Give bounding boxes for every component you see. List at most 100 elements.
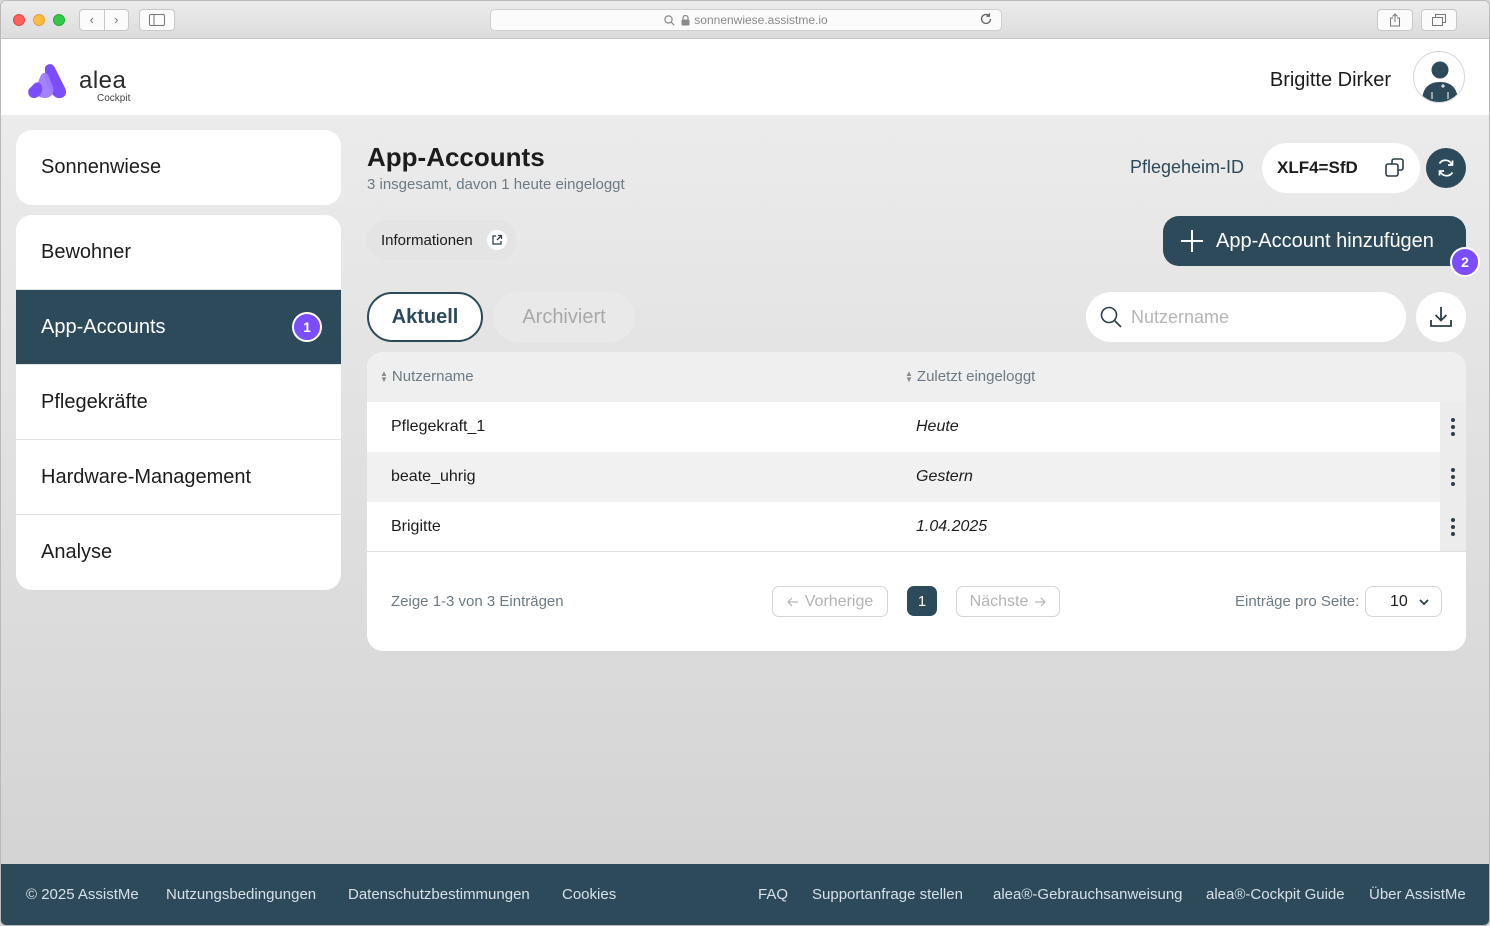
more-vertical-icon[interactable] [1440,502,1466,552]
refresh-icon [1438,159,1454,177]
column-header-username[interactable]: ▲ ▼ Nutzername [380,368,474,385]
footer-link-guide[interactable]: alea®-Cockpit Guide [1206,886,1345,903]
tab-aktuell[interactable]: Aktuell [367,292,483,342]
minimize-window-button[interactable] [33,14,45,26]
back-icon[interactable]: ‹ [80,10,105,30]
footer-link-privacy[interactable]: Datenschutzbestimmungen [348,886,530,903]
last-login-cell: 1.04.2025 [916,518,988,535]
search-icon [664,14,675,26]
external-link-icon [487,230,507,250]
pagination-info: Zeige 1-3 von 3 Einträgen [391,593,564,610]
tab-archiviert[interactable]: Archiviert [493,292,635,342]
table-row[interactable]: Brigitte 1.04.2025 [367,502,1466,552]
user-avatar[interactable] [1413,51,1465,103]
previous-page-button[interactable]: Vorherige [772,586,888,617]
sidebar-item-label: App-Accounts [41,315,166,338]
browser-window: ‹ › sonnenwiese.assistme.io alea Cockpit… [0,0,1490,926]
step-badge: 1 [292,312,322,342]
search-input[interactable] [1131,302,1391,332]
username-cell: Pflegekraft_1 [391,418,486,435]
lock-icon [681,14,690,25]
footer-link-about[interactable]: Über AssistMe [1369,886,1466,903]
sidebar-item-label: Analyse [41,541,113,563]
sidebar-item-hardware-management[interactable]: Hardware-Management [16,440,341,515]
logo-wordmark: alea [79,67,127,94]
footer-link-support[interactable]: Supportanfrage stellen [812,886,963,903]
entries-per-page-label: Einträge pro Seite: [1235,593,1360,610]
column-header-label: Zuletzt eingeloggt [916,368,1036,385]
sidebar-item-bewohner[interactable]: Bewohner [16,215,341,290]
download-icon [1430,307,1452,327]
close-window-button[interactable] [13,14,25,26]
next-page-label: Nächste [969,592,1029,610]
arrow-right-icon [1035,597,1047,606]
more-vertical-icon[interactable] [1440,402,1466,452]
sidebar-toggle-button[interactable] [139,9,175,31]
add-app-account-button[interactable]: App-Account hinzufügen [1163,216,1466,266]
step-badge: 2 [1450,247,1480,277]
plus-icon [1181,230,1203,252]
next-page-button[interactable]: Nächste [956,586,1060,617]
footer-link-manual[interactable]: alea®-Gebrauchsanweisung [993,886,1183,903]
refresh-id-button[interactable] [1426,148,1466,188]
share-icon [1390,13,1400,27]
tabs-icon [1432,14,1446,26]
more-vertical-icon[interactable] [1440,452,1466,502]
arrow-left-icon [786,597,798,606]
footer: © 2025 AssistMe Nutzungsbedingungen Date… [1,864,1489,925]
sidebar-item-label: Hardware-Management [41,465,252,488]
user-name[interactable]: Brigitte Dirker [1270,69,1391,92]
page-button-current[interactable]: 1 [907,586,937,616]
sidebar-nav: Bewohner App-Accounts 1 Pflegekräfte Har… [16,215,341,590]
username-cell: beate_uhrig [391,468,476,485]
entries-per-page-select[interactable]: 10 [1365,586,1442,617]
page-subtitle: 3 insgesamt, davon 1 heute eingeloggt [367,176,625,193]
copy-icon[interactable] [1384,157,1406,179]
search-icon [1100,306,1122,328]
facility-name[interactable]: Sonnenwiese [16,130,341,205]
app-header: alea Cockpit Brigitte Dirker [1,39,1489,115]
username-search [1086,292,1406,342]
logo-subtitle: Cockpit [97,93,131,104]
share-button[interactable] [1377,9,1413,31]
table-row[interactable]: Pflegekraft_1 Heute [367,402,1466,452]
information-chip[interactable]: Informationen [367,220,517,260]
pflegeheim-id-box: XLF4=SfD [1262,143,1420,193]
column-header-last-login[interactable]: ▲ ▼ Zuletzt eingeloggt [905,368,1035,385]
footer-link-cookies[interactable]: Cookies [562,886,616,903]
sort-icon: ▲ ▼ [905,368,913,384]
browser-toolbar: ‹ › sonnenwiese.assistme.io [1,1,1489,39]
sidebar-icon [149,14,165,26]
table-header: ▲ ▼ Nutzername ▲ ▼ Zuletzt eingeloggt [367,352,1466,402]
footer-copyright: © 2025 AssistMe [26,886,139,903]
username-cell: Brigitte [391,518,441,535]
last-login-cell: Gestern [916,468,973,485]
facility-card: Sonnenwiese [16,130,341,205]
entries-per-page-value: 10 [1390,592,1408,610]
tab-overview-button[interactable] [1421,9,1457,31]
table-divider [367,551,1466,552]
sidebar-item-label: Bewohner [41,240,132,263]
url-text: sonnenwiese.assistme.io [694,13,828,27]
address-bar[interactable]: sonnenwiese.assistme.io [490,9,1002,31]
previous-page-label: Vorherige [804,592,874,610]
sidebar-item-analyse[interactable]: Analyse [16,515,341,590]
sort-icon: ▲ ▼ [380,368,388,384]
sidebar-item-pflegekraefte[interactable]: Pflegekräfte [16,365,341,440]
sidebar-item-app-accounts[interactable]: App-Accounts 1 [16,290,341,365]
column-header-label: Nutzername [391,368,474,385]
alea-logo-icon[interactable] [27,63,69,99]
forward-icon[interactable]: › [105,10,129,30]
pflegeheim-id-label: Pflegeheim-ID [1130,157,1245,177]
chevron-down-icon [1419,599,1429,606]
facility-label: Sonnenwiese [41,156,162,178]
user-avatar-icon [1422,61,1458,102]
footer-link-faq[interactable]: FAQ [758,886,788,903]
footer-link-terms[interactable]: Nutzungsbedingungen [166,886,316,903]
history-nav: ‹ › [79,9,129,31]
table-row[interactable]: beate_uhrig Gestern [367,452,1466,502]
zoom-window-button[interactable] [53,14,65,26]
reload-icon[interactable] [979,12,993,26]
download-button[interactable] [1416,292,1466,342]
last-login-cell: Heute [916,418,959,435]
